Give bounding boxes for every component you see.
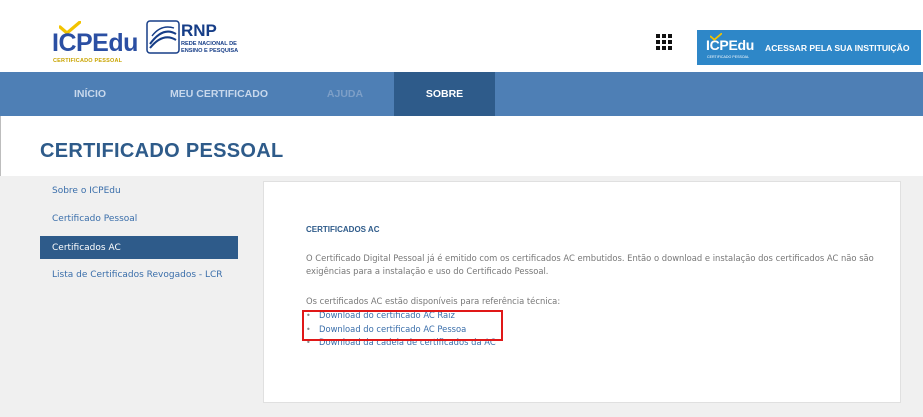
bullet: •	[306, 338, 311, 348]
sidebar-item-sobre-icpedu[interactable]: Sobre o ICPEdu	[40, 186, 238, 196]
rnp-subtitle-line1: REDE NACIONAL DE	[181, 41, 237, 47]
mini-logo-subtitle: CERTIFICADO PESSOAL	[707, 55, 750, 59]
sidebar-item-lcr[interactable]: Lista de Certificados Revogados - LCR	[40, 269, 230, 282]
intro-paragraph: O Certificado Digital Pessoal já é emiti…	[306, 253, 874, 276]
icpedu-logo[interactable]: ICPEdu CERTIFICADO PESSOAL	[52, 19, 142, 64]
apps-grid-icon[interactable]	[656, 34, 672, 50]
bullet: •	[306, 311, 311, 321]
institution-login-button[interactable]: ICPEdu CERTIFICADO PESSOAL ACESSAR PELA …	[697, 30, 921, 65]
sidebar-item-certificado-pessoal[interactable]: Certificado Pessoal	[40, 214, 238, 224]
nav-item-meu-certificado[interactable]: MEU CERTIFICADO	[155, 72, 283, 116]
download-ac-raiz-link[interactable]: Download do certificado AC Raiz	[319, 309, 455, 322]
section-heading: CERTIFICADOS AC	[306, 225, 380, 234]
sidebar-item-certificados-ac[interactable]: Certificados AC	[40, 236, 238, 259]
list-item: • Download do certificado AC Pessoa	[306, 323, 496, 337]
icpedu-wordmark: ICPEdu	[52, 29, 138, 57]
icpedu-subtitle: CERTIFICADO PESSOAL	[53, 58, 123, 64]
nav-item-ajuda[interactable]: AJUDA	[300, 72, 390, 116]
download-ac-pessoa-link[interactable]: Download do certificado AC Pessoa	[319, 323, 466, 336]
mini-logo-wordmark: ICPEdu	[706, 37, 754, 53]
content-card: CERTIFICADOS AC O Certificado Digital Pe…	[263, 181, 901, 403]
rnp-subtitle-line2: ENSINO E PESQUISA	[181, 48, 239, 54]
list-item: • Download do certificado AC Raiz	[306, 309, 496, 323]
main-nav: INÍCIO MEU CERTIFICADO AJUDA SOBRE	[0, 72, 923, 116]
rnp-logo[interactable]: RNP REDE NACIONAL DE ENSINO E PESQUISA	[146, 20, 256, 64]
nav-item-sobre[interactable]: SOBRE	[394, 72, 495, 116]
page-title: CERTIFICADO PESSOAL	[40, 140, 284, 162]
rnp-globe-icon	[146, 20, 180, 54]
bullet: •	[306, 324, 311, 334]
institution-login-label: ACESSAR PELA SUA INSTITUIÇÃO	[765, 42, 910, 53]
download-list: • Download do certificado AC Raiz • Down…	[306, 309, 496, 350]
site-header: ICPEdu CERTIFICADO PESSOAL RNP REDE NACI…	[0, 0, 923, 72]
rnp-wordmark: RNP	[181, 21, 217, 40]
download-cadeia-ac-link[interactable]: Download da cadeia de certificados da AC	[319, 336, 496, 349]
icpedu-mini-logo: ICPEdu CERTIFICADO PESSOAL	[697, 30, 754, 65]
nav-item-inicio[interactable]: INÍCIO	[40, 72, 140, 116]
reference-paragraph: Os certificados AC estão disponíveis par…	[306, 296, 561, 306]
list-item: • Download da cadeia de certificados da …	[306, 336, 496, 350]
